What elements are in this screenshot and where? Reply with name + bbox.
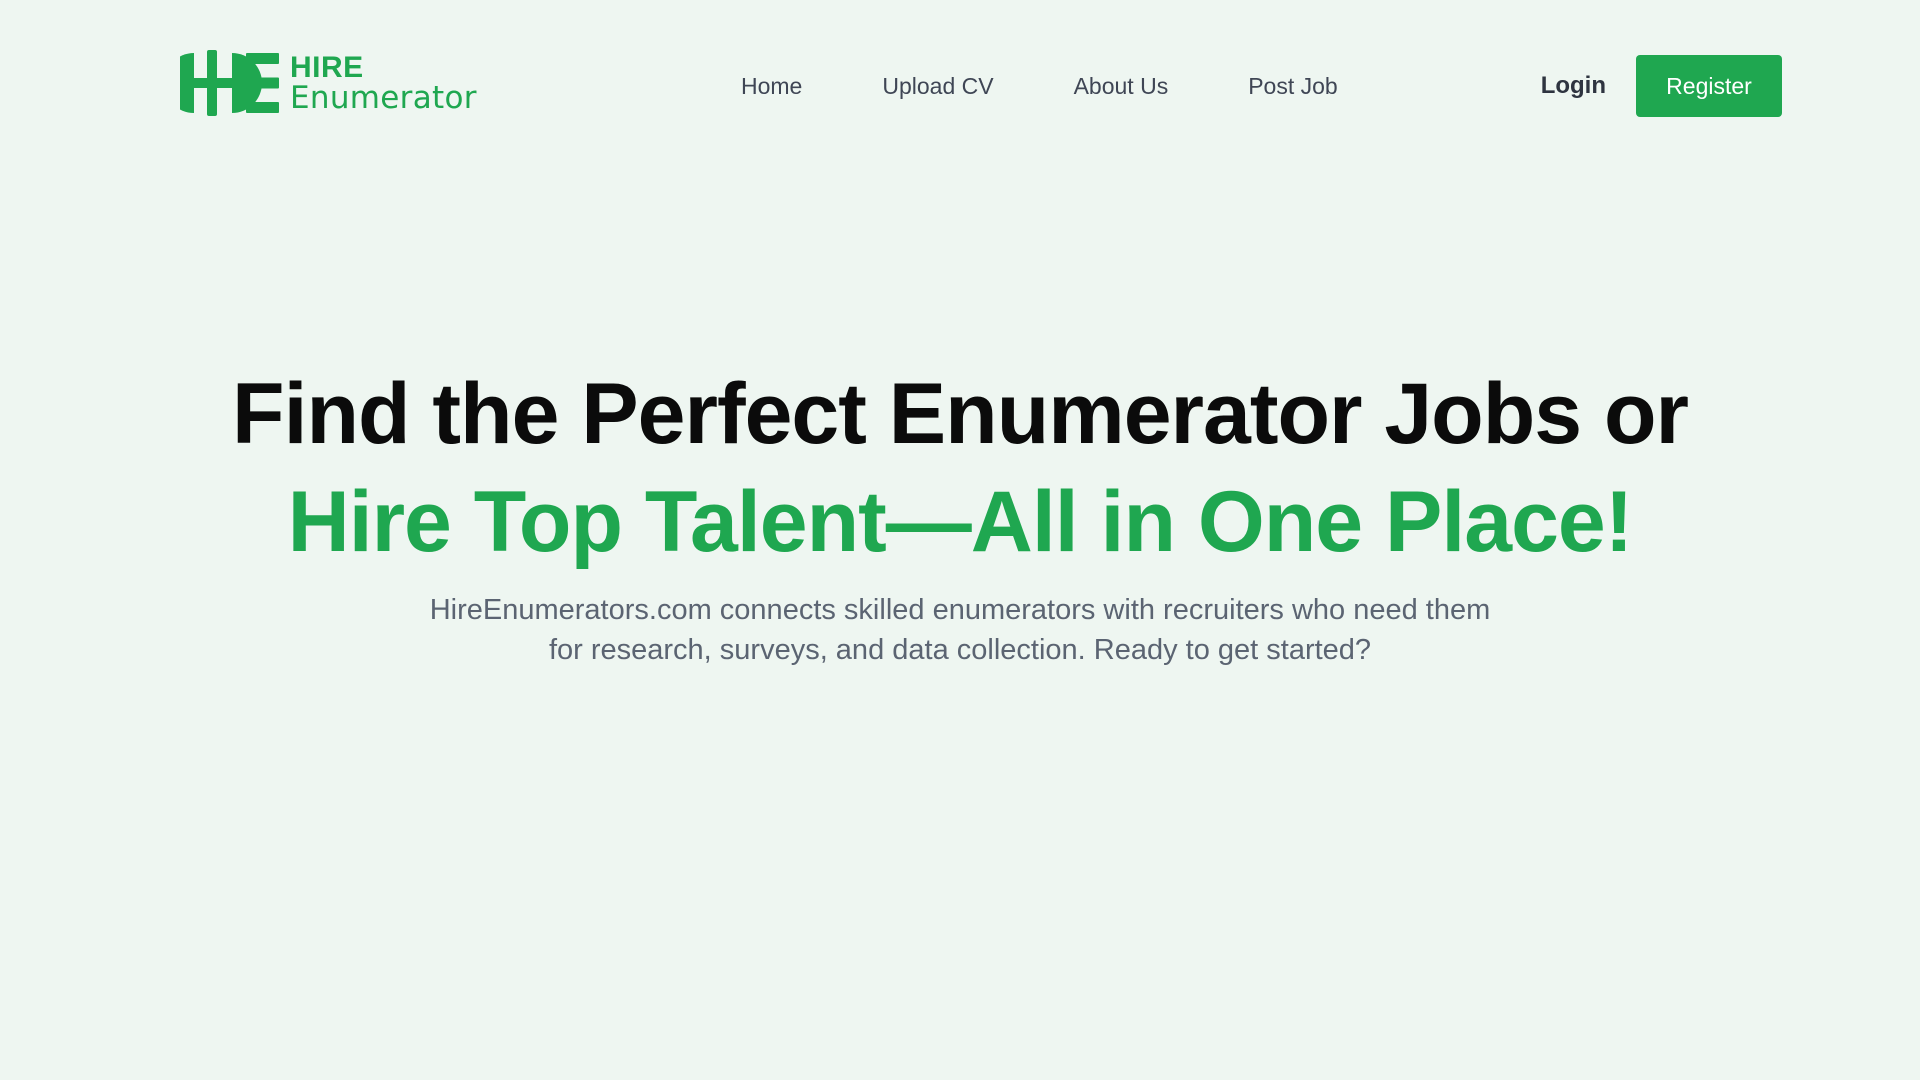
logo-mark-icon <box>180 50 279 116</box>
main-nav: Home Upload CV About Us Post Job <box>741 70 1418 102</box>
login-link[interactable]: Login <box>1541 72 1606 100</box>
nav-item-post-job[interactable]: Post Job <box>1248 70 1338 102</box>
hero-title-line1: Find the Perfect Enumerator Jobs or <box>232 366 1689 462</box>
logo-text-hire: HIRE <box>290 50 364 84</box>
auth-actions: Login Register <box>1541 55 1782 117</box>
hero-section: Find the Perfect Enumerator Jobs or Hire… <box>0 360 1920 670</box>
site-header: HIRE Enumerator Home Upload CV About Us … <box>0 0 1920 172</box>
hero-title: Find the Perfect Enumerator Jobs or Hire… <box>0 360 1920 576</box>
hero-title-line2: Hire Top Talent—All in One Place! <box>287 474 1634 570</box>
register-button[interactable]: Register <box>1636 55 1782 117</box>
logo-link[interactable]: HIRE Enumerator <box>180 50 477 116</box>
logo-text-enumerator: Enumerator <box>290 79 477 116</box>
nav-item-about-us[interactable]: About Us <box>1074 70 1169 102</box>
nav-item-upload-cv[interactable]: Upload CV <box>882 70 993 102</box>
nav-item-home[interactable]: Home <box>741 70 802 102</box>
hero-subtitle: HireEnumerators.com connects skilled enu… <box>429 594 1491 666</box>
page: HIRE Enumerator Home Upload CV About Us … <box>0 0 1920 1080</box>
logo-text: HIRE Enumerator <box>290 50 477 116</box>
